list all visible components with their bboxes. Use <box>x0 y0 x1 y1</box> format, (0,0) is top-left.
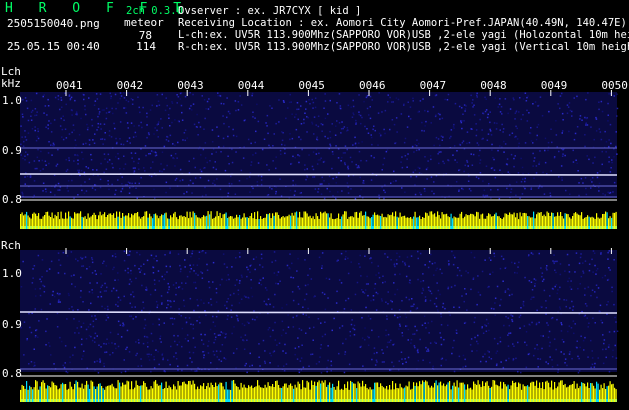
meteor-label: meteor <box>124 16 164 29</box>
datetime: 25.05.15 00:40 <box>7 40 100 53</box>
observer-info: Ovserver : ex. JR7CYX [ kid ] <box>178 5 362 17</box>
rch-freq-1-0: 1.0 <box>2 267 22 280</box>
spectrum-area <box>20 92 617 198</box>
lch-spectrogram <box>19 92 619 200</box>
lch-freq-1-0: 1.0 <box>2 94 22 107</box>
signal-carrier-line <box>19 173 618 176</box>
location-info: Receiving Location : ex. Aomori City Aom… <box>178 17 627 29</box>
spectrum-area <box>20 250 617 372</box>
time-tick-label: 0045 <box>298 79 325 92</box>
lch-freq-0-9: 0.9 <box>2 144 22 157</box>
lch-info: L-ch:ex. UV5R 113.900Mhz(SAPPORO VOR)USB… <box>178 29 629 41</box>
time-tick-label: 0049 <box>540 79 568 92</box>
time-tick-label: 0041 <box>56 79 83 92</box>
rch-info: R-ch:ex. UV5R 113.900Mhz(SAPPORO VOR)USB… <box>178 41 629 53</box>
rch-freq-0-9: 0.9 <box>2 318 22 331</box>
rch-amplitude-bars <box>20 380 617 402</box>
khz-label: kHz <box>1 77 21 90</box>
time-tick-label: 0043 <box>177 79 204 92</box>
meteor-count-rch: 114 <box>136 40 156 53</box>
time-tick-label: 0044 <box>237 79 265 92</box>
time-tick-label: 0047 <box>419 79 447 92</box>
lch-amplitude-bars <box>20 211 617 229</box>
rch-freq-0-8: 0.8 <box>2 367 22 380</box>
hroft-window: H R O F F T 2ch 0.3.0 2505150040.png met… <box>0 0 629 410</box>
time-tick-label: 0048 <box>480 79 507 92</box>
time-tick-label: 0050 <box>601 79 628 92</box>
time-tick-label: 0042 <box>116 79 144 92</box>
rch-spectrogram <box>19 250 619 374</box>
rch-label: Rch <box>1 239 21 252</box>
spectrogram-canvas <box>19 90 619 402</box>
signal-carrier-line <box>19 311 618 314</box>
time-tick-label: 0046 <box>359 79 386 92</box>
filename: 2505150040.png <box>7 17 100 30</box>
lch-freq-0-8: 0.8 <box>2 193 22 206</box>
